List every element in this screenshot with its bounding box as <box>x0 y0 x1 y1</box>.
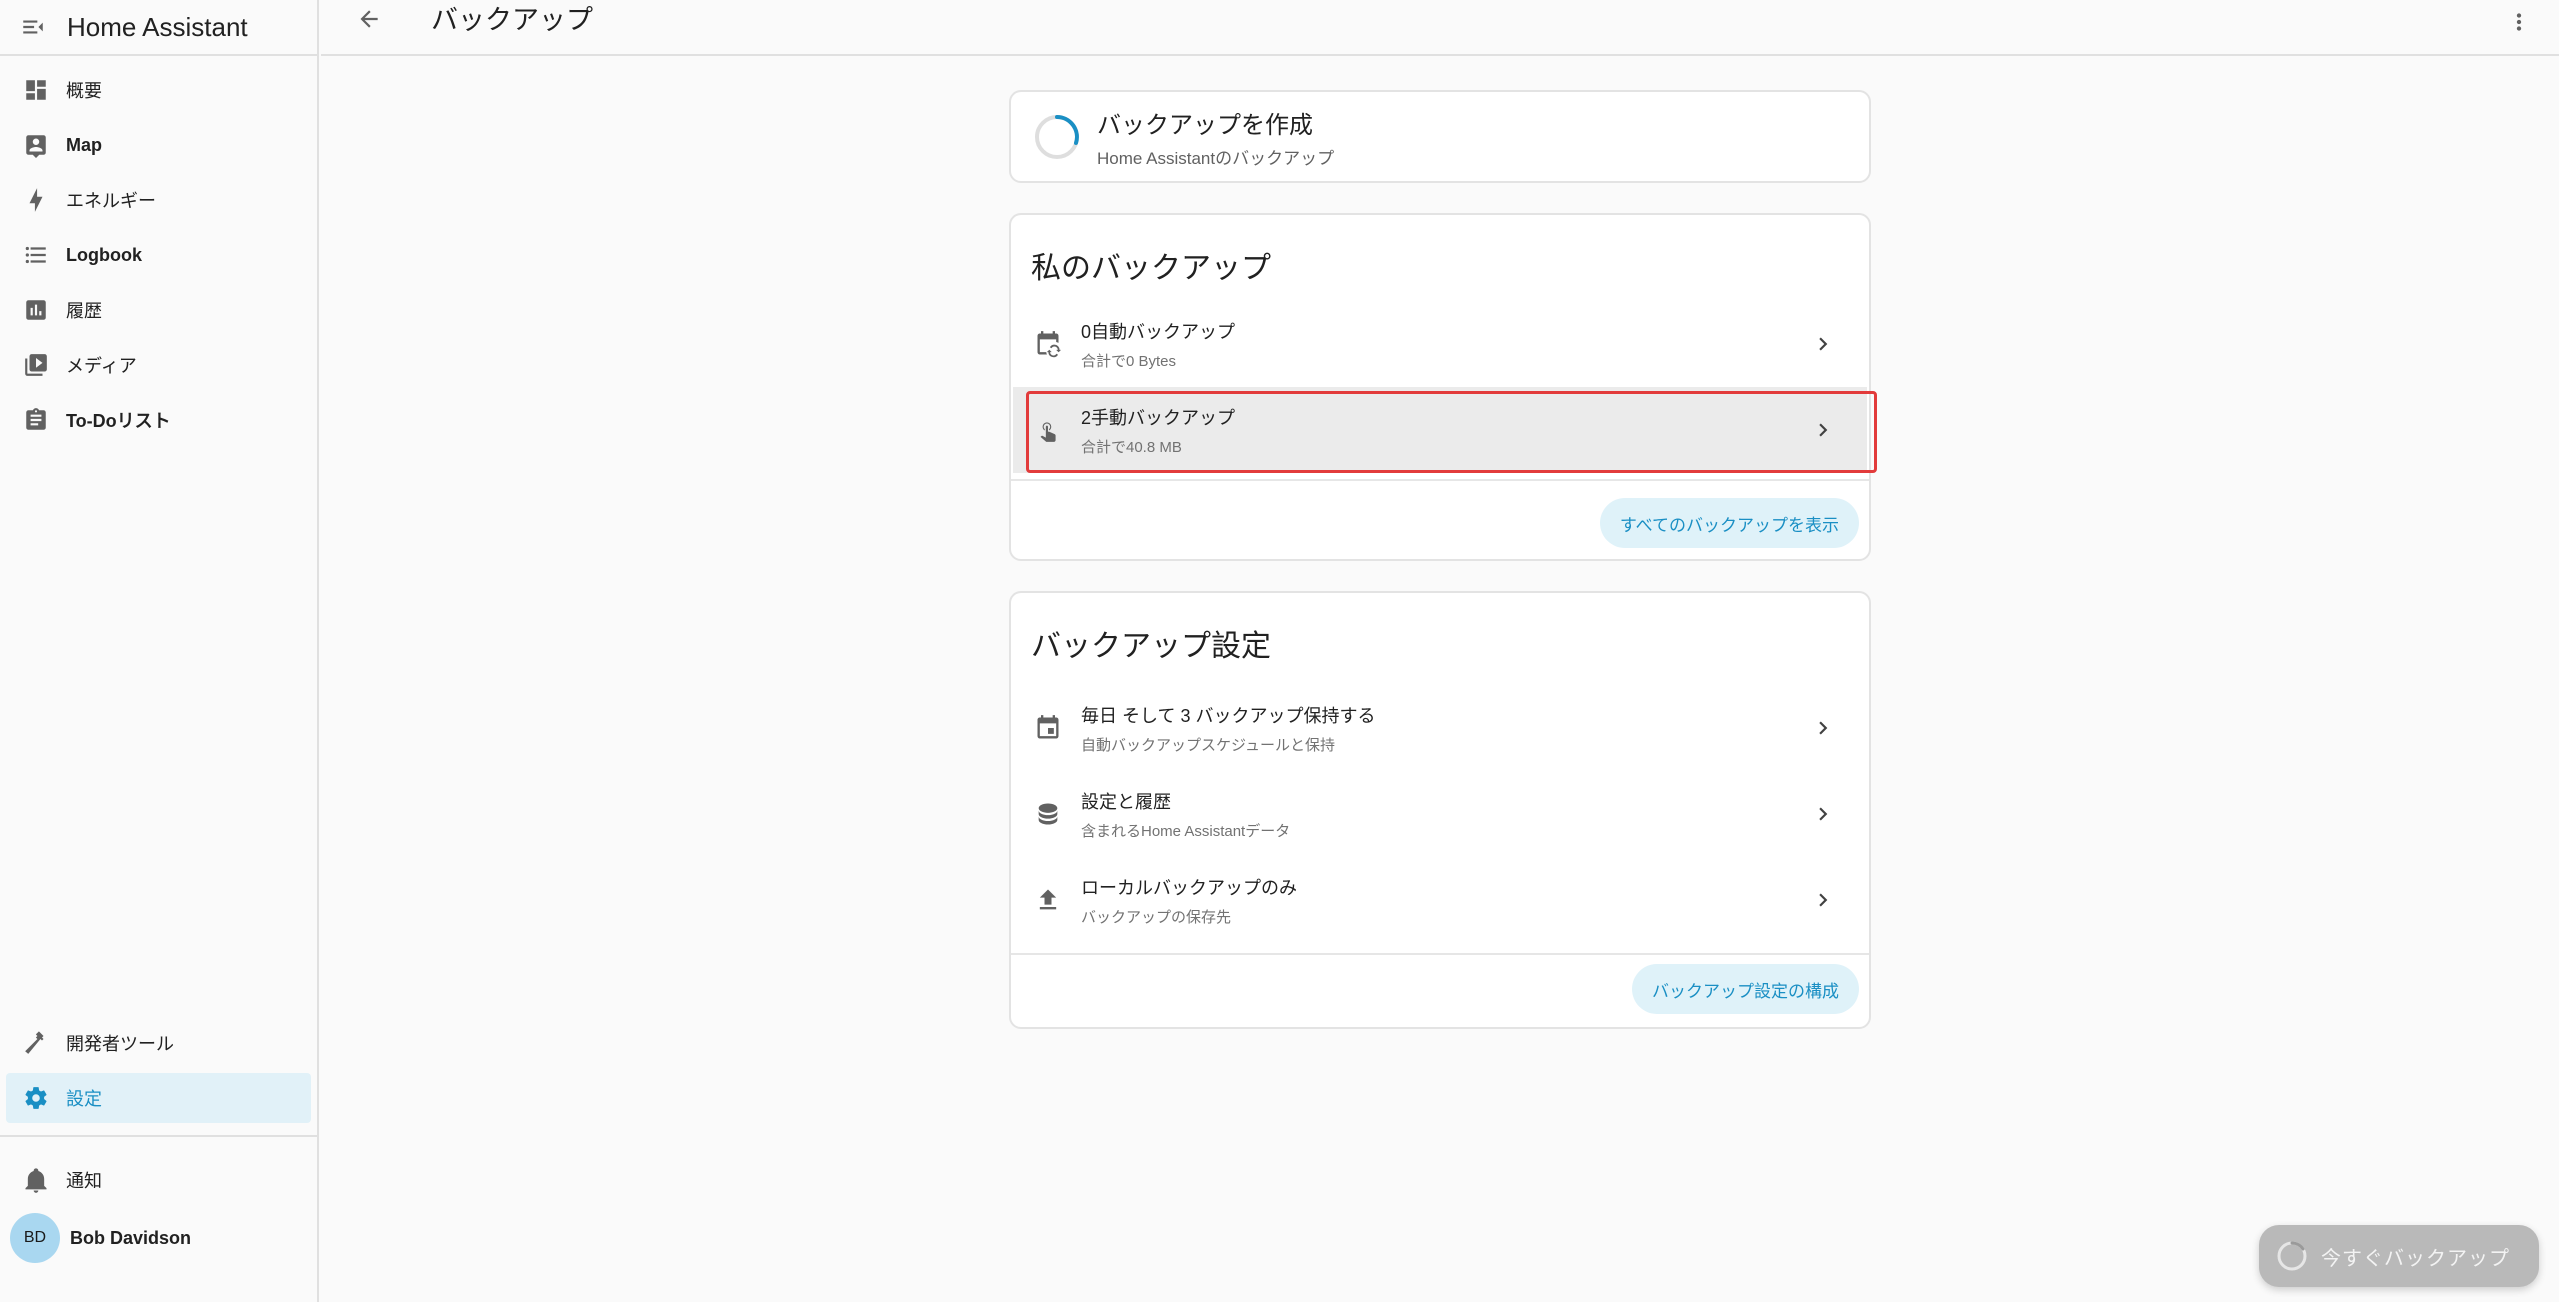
row-title: 0自動バックアップ <box>1081 321 1236 342</box>
show-all-backups-button[interactable]: すべてのバックアップを表示 <box>1599 498 1859 548</box>
row-subtitle: バックアップの保存先 <box>1081 908 1232 926</box>
sidebar-item-label: Logbook <box>66 244 142 265</box>
manual-backups-row[interactable]: 2手動バックアップ 合計で40.8 MB <box>1013 387 1877 473</box>
my-backups-card: 私のバックアップ 0自動バックアップ 合計で0 Bytes 2手動バックアップ … <box>1009 213 1877 561</box>
sidebar-header: Home Assistant <box>0 0 317 56</box>
row-title: 設定と履歴 <box>1081 791 1171 812</box>
schedule-row[interactable]: 毎日 そして 3 バックアップ保持する 自動バックアップスケジュールと保持 <box>1013 685 1867 771</box>
row-text: 0自動バックアップ 合計で0 Bytes <box>1081 318 1803 371</box>
bell-icon <box>6 1166 64 1194</box>
calendar-sync-icon <box>1013 330 1069 358</box>
create-backup-subtitle: Home Assistantのバックアップ <box>1097 148 1335 168</box>
chevron-right-icon <box>1803 715 1843 741</box>
sidebar-item-logbook[interactable]: Logbook <box>6 230 311 280</box>
create-backup-text: バックアップを作成 Home Assistantのバックアップ <box>1097 105 1334 169</box>
format-list-bulleted-icon <box>6 242 64 268</box>
sidebar-item-label: 開発者ツール <box>66 1034 174 1054</box>
dashboard-icon <box>6 77 64 103</box>
sidebar-item-developer-tools[interactable]: 開発者ツール <box>6 1018 311 1068</box>
configure-backup-settings-button[interactable]: バックアップ設定の構成 <box>1632 964 1859 1014</box>
user-name: Bob Davidson <box>70 1227 192 1248</box>
menu-toggle-button[interactable] <box>0 0 60 55</box>
sidebar-item-overview[interactable]: 概要 <box>6 65 311 115</box>
avatar: BD <box>10 1213 60 1263</box>
menu-open-icon <box>23 20 43 34</box>
my-backups-title: 私のバックアップ <box>1031 252 1271 285</box>
calendar-icon <box>1013 714 1069 742</box>
data-row[interactable]: 設定と履歴 含まれるHome Assistantデータ <box>1013 771 1867 857</box>
row-text: ローカルバックアップのみ バックアップの保存先 <box>1081 874 1803 927</box>
create-backup-title: バックアップを作成 <box>1097 111 1313 139</box>
sidebar: Home Assistant 概要 Map エネルギー Logbook 履歴 メ… <box>0 0 319 1302</box>
backup-settings-card: バックアップ設定 毎日 そして 3 バックアップ保持する 自動バックアップスケジ… <box>1009 591 1871 1029</box>
overflow-menu-button[interactable] <box>2499 2 2539 42</box>
play-box-multiple-icon <box>6 352 64 378</box>
gesture-tap-icon <box>1013 417 1069 443</box>
progress-spinner-icon <box>1035 114 1079 159</box>
chevron-right-icon <box>1803 331 1843 357</box>
sidebar-item-label: 履歴 <box>66 301 102 321</box>
lightning-bolt-icon <box>6 187 64 213</box>
sidebar-item-label: Map <box>66 134 102 155</box>
upload-icon <box>1013 886 1069 914</box>
chart-box-icon <box>6 297 64 323</box>
row-subtitle: 自動バックアップスケジュールと保持 <box>1081 736 1335 754</box>
sidebar-item-todo[interactable]: To-Doリスト <box>6 395 311 445</box>
row-subtitle: 合計で0 Bytes <box>1081 352 1177 370</box>
sidebar-item-history[interactable]: 履歴 <box>6 285 311 335</box>
cog-icon <box>6 1085 64 1111</box>
page-title: バックアップ <box>431 4 593 35</box>
backup-settings-title: バックアップ設定 <box>1031 630 1271 663</box>
sidebar-item-notifications[interactable]: 通知 <box>6 1155 311 1205</box>
location-row[interactable]: ローカルバックアップのみ バックアップの保存先 <box>1013 857 1867 943</box>
dots-vertical-icon <box>2516 13 2522 31</box>
row-title: ローカルバックアップのみ <box>1081 877 1297 898</box>
row-title: 2手動バックアップ <box>1081 407 1236 428</box>
row-text: 毎日 そして 3 バックアップ保持する 自動バックアップスケジュールと保持 <box>1081 702 1803 755</box>
row-subtitle: 合計で40.8 MB <box>1081 438 1182 456</box>
backup-settings-footer: バックアップ設定の構成 <box>1011 953 1869 1023</box>
automatic-backups-row[interactable]: 0自動バックアップ 合計で0 Bytes <box>1013 301 1867 387</box>
my-backups-footer: すべてのバックアップを表示 <box>1011 479 1869 565</box>
sidebar-user-profile[interactable]: BD Bob Davidson <box>6 1210 311 1266</box>
sidebar-item-settings[interactable]: 設定 <box>6 1073 311 1123</box>
sidebar-item-label: 通知 <box>66 1171 102 1191</box>
app-title: Home Assistant <box>67 11 248 42</box>
backup-now-label: 今すぐバックアップ <box>2321 1247 2510 1270</box>
sidebar-bottom: 開発者ツール 設定 通知 BD Bob Davidson <box>0 1013 317 1270</box>
chevron-right-icon <box>1803 417 1843 443</box>
sidebar-item-label: 概要 <box>66 81 102 101</box>
database-icon <box>1013 800 1069 828</box>
row-text: 2手動バックアップ 合計で40.8 MB <box>1081 404 1803 457</box>
sidebar-nav: 概要 Map エネルギー Logbook 履歴 メディア To-Doリスト <box>0 56 317 445</box>
row-text: 設定と履歴 含まれるHome Assistantデータ <box>1081 788 1803 841</box>
backup-now-button[interactable]: 今すぐバックアップ <box>2259 1225 2539 1287</box>
create-backup-card[interactable]: バックアップを作成 Home Assistantのバックアップ <box>1009 90 1871 183</box>
chevron-right-icon <box>1803 801 1843 827</box>
arrow-left-icon <box>360 10 378 28</box>
progress-spinner-icon <box>2277 1241 2307 1271</box>
hammer-icon <box>6 1030 64 1056</box>
top-bar: バックアップ <box>321 0 2559 56</box>
sidebar-item-label: 設定 <box>66 1089 102 1109</box>
sidebar-item-label: エネルギー <box>66 191 156 211</box>
sidebar-item-energy[interactable]: エネルギー <box>6 175 311 225</box>
chevron-right-icon <box>1803 887 1843 913</box>
sidebar-item-map[interactable]: Map <box>6 120 311 170</box>
row-title: 毎日 そして 3 バックアップ保持する <box>1081 705 1376 726</box>
sidebar-item-label: メディア <box>66 356 137 376</box>
back-button[interactable] <box>343 0 395 45</box>
row-subtitle: 含まれるHome Assistantデータ <box>1081 822 1291 840</box>
sidebar-item-media[interactable]: メディア <box>6 340 311 390</box>
map-account-icon <box>6 132 64 158</box>
sidebar-divider <box>0 1135 317 1137</box>
sidebar-item-label: To-Doリスト <box>66 411 171 431</box>
clipboard-list-icon <box>6 407 64 433</box>
